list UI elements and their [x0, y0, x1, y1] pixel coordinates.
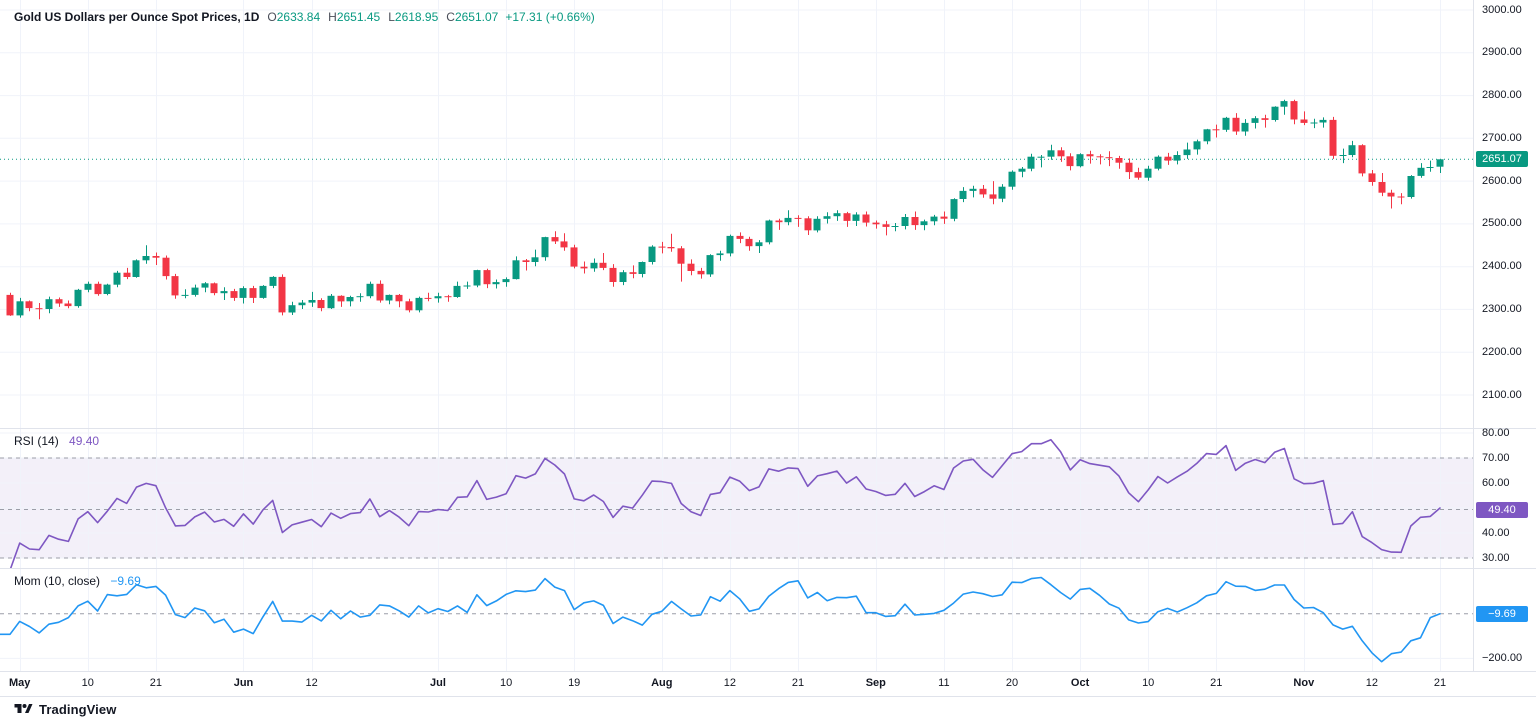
- time-tick-label: Oct: [1071, 677, 1089, 689]
- last-price-badge: 2651.07: [1476, 151, 1528, 167]
- mom-current-value: −9.69: [110, 574, 140, 588]
- time-tick-label: 12: [1366, 677, 1378, 689]
- time-tick-label: 10: [500, 677, 512, 689]
- mom-tick-label: −200.00: [1482, 652, 1522, 665]
- rsi-tick-label: 60.00: [1482, 477, 1510, 490]
- price-tick-label: 2400.00: [1482, 260, 1522, 273]
- mom-value-badge: −9.69: [1476, 606, 1528, 622]
- rsi-tick-label: 30.00: [1482, 552, 1510, 565]
- time-tick-label: 12: [305, 677, 317, 689]
- price-tick-label: 2700.00: [1482, 132, 1522, 145]
- footer-row: TradingView: [14, 700, 116, 718]
- time-tick-label: Jun: [234, 677, 254, 689]
- rsi-tick-label: 40.00: [1482, 527, 1510, 540]
- time-tick-label: 21: [150, 677, 162, 689]
- rsi-name: RSI: [14, 434, 34, 448]
- time-tick-label: 21: [1434, 677, 1446, 689]
- rsi-value-badge: 49.40: [1476, 502, 1528, 518]
- time-tick-label: 12: [724, 677, 736, 689]
- close-label: C: [446, 10, 455, 24]
- chart-window: Gold US Dollars per Ounce Spot Prices, 1…: [0, 0, 1536, 722]
- high-value: 2651.45: [337, 10, 380, 24]
- mom-params: (10, close): [44, 574, 100, 588]
- symbol-legend: Gold US Dollars per Ounce Spot Prices, 1…: [14, 10, 595, 24]
- momentum-indicator-legend[interactable]: Mom (10, close) −9.69: [14, 574, 141, 588]
- time-tick-label: 21: [792, 677, 804, 689]
- open-label: O: [267, 10, 276, 24]
- price-tick-label: 2500.00: [1482, 217, 1522, 230]
- change-value: +17.31 (+0.66%): [505, 10, 594, 24]
- low-label: L: [388, 10, 395, 24]
- price-tick-label: 2100.00: [1482, 389, 1522, 402]
- open-value: 2633.84: [277, 10, 320, 24]
- rsi-indicator-legend[interactable]: RSI (14) 49.40: [14, 434, 99, 448]
- time-tick-label: May: [9, 677, 30, 689]
- high-label: H: [328, 10, 337, 24]
- price-tick-label: 2600.00: [1482, 175, 1522, 188]
- price-tick-label: 2200.00: [1482, 346, 1522, 359]
- low-value: 2618.95: [395, 10, 438, 24]
- tradingview-brand-text[interactable]: TradingView: [39, 702, 116, 717]
- price-tick-label: 2900.00: [1482, 46, 1522, 59]
- symbol-title[interactable]: Gold US Dollars per Ounce Spot Prices, 1…: [14, 10, 259, 24]
- rsi-tick-label: 70.00: [1482, 452, 1510, 465]
- time-tick-label: 19: [568, 677, 580, 689]
- price-tick-label: 2800.00: [1482, 89, 1522, 102]
- price-tick-label: 3000.00: [1482, 4, 1522, 17]
- rsi-current-value: 49.40: [69, 434, 99, 448]
- time-tick-label: 21: [1210, 677, 1222, 689]
- rsi-params: (14): [37, 434, 58, 448]
- tradingview-logo-icon[interactable]: [14, 702, 33, 716]
- time-tick-label: Sep: [866, 677, 886, 689]
- rsi-tick-label: 80.00: [1482, 427, 1510, 440]
- time-tick-label: 11: [938, 677, 949, 689]
- time-tick-label: 10: [82, 677, 94, 689]
- time-tick-label: Nov: [1293, 677, 1314, 689]
- time-tick-label: Aug: [651, 677, 672, 689]
- price-tick-label: 2300.00: [1482, 303, 1522, 316]
- mom-name: Mom: [14, 574, 41, 588]
- time-tick-label: 10: [1142, 677, 1154, 689]
- close-value: 2651.07: [455, 10, 498, 24]
- time-tick-label: Jul: [430, 677, 446, 689]
- time-tick-label: 20: [1006, 677, 1018, 689]
- chart-canvas[interactable]: [0, 0, 1536, 722]
